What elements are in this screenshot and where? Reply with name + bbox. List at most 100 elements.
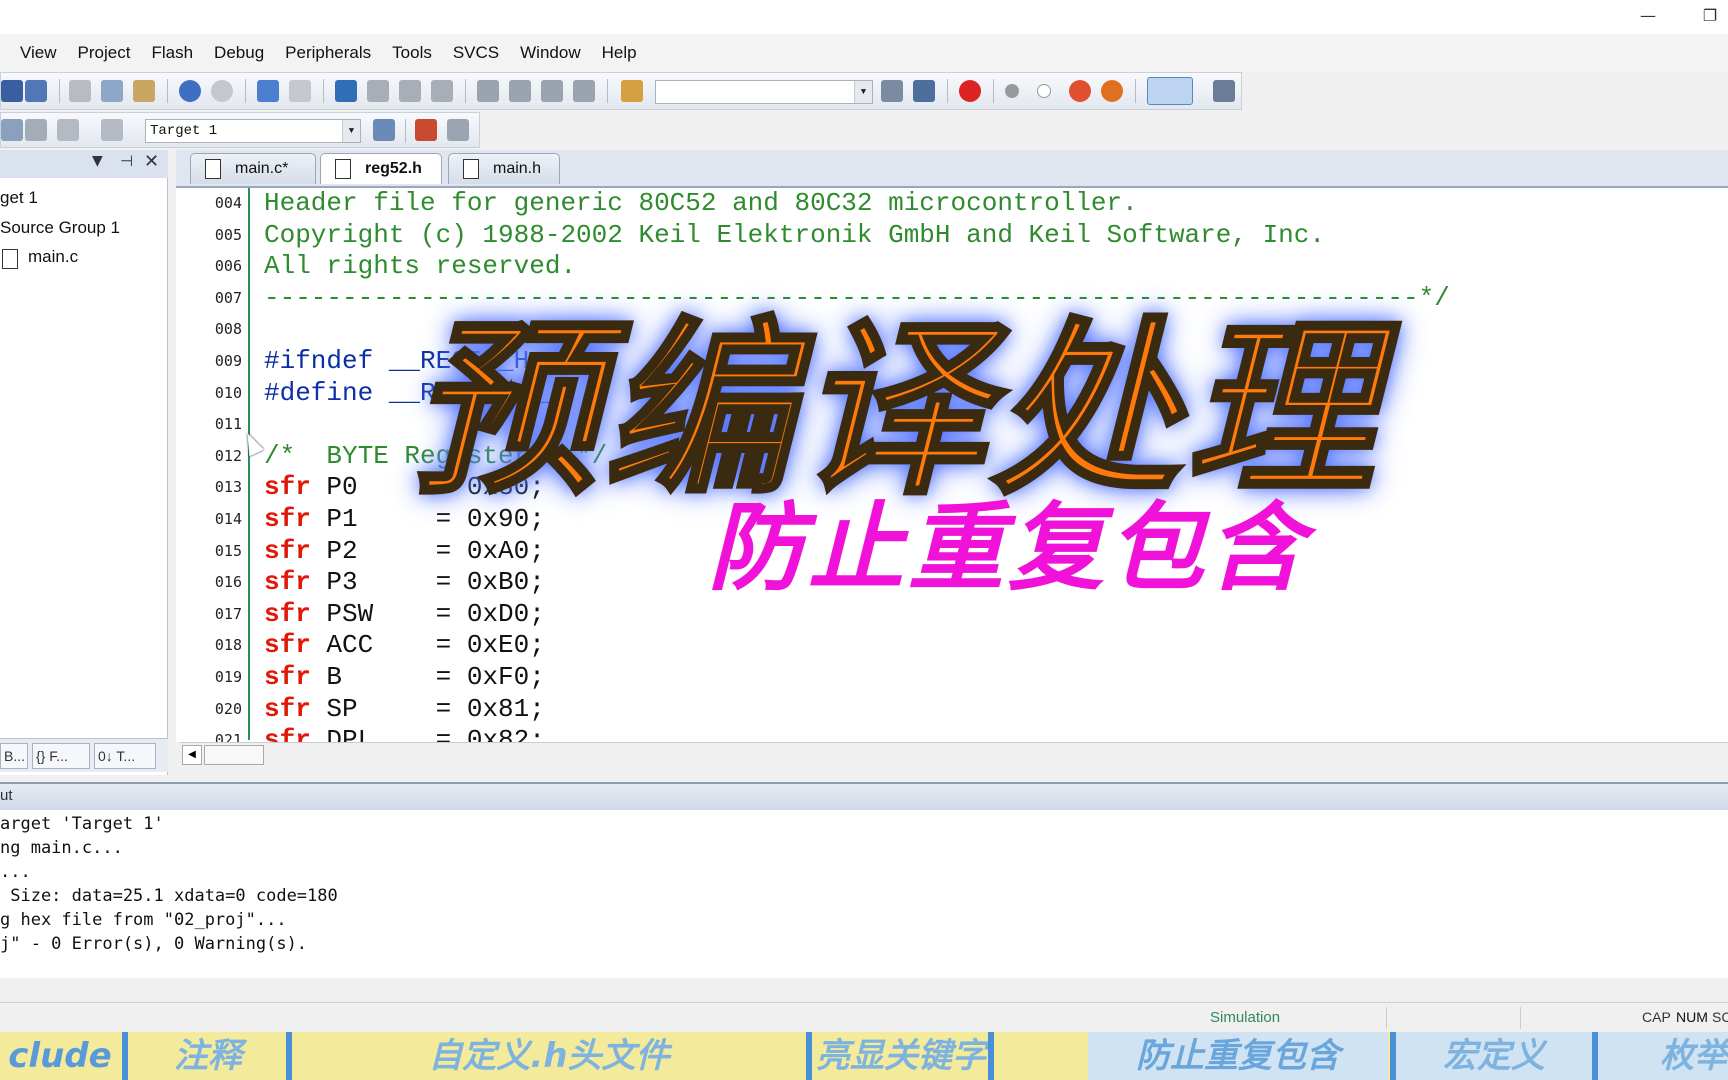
download-load-icon[interactable]: [101, 119, 123, 141]
panel-dropdown-icon[interactable]: ▼: [92, 153, 103, 169]
manage-project-items-icon[interactable]: [415, 119, 437, 141]
find-in-files-icon[interactable]: [621, 80, 643, 102]
paste-icon[interactable]: [133, 80, 155, 102]
chapter-item[interactable]: 宏定义: [1396, 1032, 1592, 1080]
navigate-back-icon[interactable]: [257, 80, 279, 102]
menu-view[interactable]: View: [20, 43, 57, 63]
tab-main-h[interactable]: main.h: [448, 153, 560, 184]
menu-debug[interactable]: Debug: [214, 43, 264, 63]
scroll-left-icon[interactable]: ◀: [182, 745, 202, 765]
menu-tools[interactable]: Tools: [392, 43, 432, 63]
menu-flash[interactable]: Flash: [151, 43, 193, 63]
tab-main-c[interactable]: main.c*: [190, 153, 316, 184]
tree-item-source-group[interactable]: Source Group 1: [0, 218, 120, 238]
tab-books[interactable]: B...: [0, 743, 28, 769]
main-toolbar: ▼: [0, 72, 1242, 110]
status-scroll: SC: [1712, 1009, 1728, 1025]
pin-icon[interactable]: ⊣: [120, 152, 133, 170]
line-number: 014: [214, 510, 242, 528]
minimize-button[interactable]: —: [1632, 4, 1664, 28]
chapter-item[interactable]: clude: [0, 1032, 120, 1080]
tab-templates[interactable]: 0↓ T...: [94, 743, 156, 769]
tab-label: reg52.h: [365, 160, 422, 177]
chapter-item[interactable]: 亮显关键字: [814, 1032, 988, 1080]
line-number: 004: [214, 194, 242, 212]
comment-token: Header file for generic 80C52 and 80C32 …: [264, 188, 1138, 218]
configure-wrench-icon[interactable]: [1213, 80, 1235, 102]
chapter-item-current[interactable]: 防止重复包含: [1088, 1032, 1388, 1080]
code-line: Header file for generic 80C52 and 80C32 …: [264, 188, 1138, 218]
tab-functions[interactable]: {} F...: [32, 743, 90, 769]
menu-project[interactable]: Project: [78, 43, 131, 63]
chevron-down-icon[interactable]: ▼: [854, 81, 872, 103]
breakpoint-kill-all-icon[interactable]: [1101, 80, 1123, 102]
chapter-bar: clude 注释 自定义.h头文件 亮显关键字 防止重复包含 宏定义 枚举: [0, 1032, 1728, 1080]
tab-reg52-h[interactable]: reg52.h: [320, 153, 442, 184]
keyword-token: sfr: [264, 693, 311, 724]
menu-svcs[interactable]: SVCS: [453, 43, 499, 63]
code-token: P3 = 0xB0;: [310, 567, 545, 598]
breakpoint-disable-all-icon[interactable]: [1069, 80, 1091, 102]
cut-icon[interactable]: [69, 80, 91, 102]
chevron-down-icon[interactable]: ▼: [342, 120, 360, 142]
bookmark-icon[interactable]: [335, 80, 357, 102]
menu-window[interactable]: Window: [520, 43, 580, 63]
redo-icon[interactable]: [211, 80, 233, 102]
toolbar-separator: [947, 79, 948, 103]
incremental-find-icon[interactable]: [913, 80, 935, 102]
menu-peripherals[interactable]: Peripherals: [285, 43, 371, 63]
chapter-item[interactable]: 枚举: [1598, 1032, 1728, 1080]
chapter-item[interactable]: [996, 1032, 1088, 1080]
undo-icon[interactable]: [179, 80, 201, 102]
bookmark-next-icon[interactable]: [399, 80, 421, 102]
chapter-divider: [806, 1032, 812, 1080]
close-icon[interactable]: ✕: [144, 151, 159, 172]
toolbar-separator: [1135, 79, 1136, 103]
find-icon[interactable]: [881, 80, 903, 102]
build-icon[interactable]: [25, 119, 47, 141]
line-number: 012: [214, 446, 242, 465]
save-all-icon[interactable]: [25, 80, 47, 102]
save-icon[interactable]: [1, 80, 23, 102]
window-layout-icon[interactable]: [1147, 77, 1193, 105]
chapter-divider: [122, 1032, 128, 1080]
line-number: 006: [214, 257, 242, 276]
line-number: 011: [214, 415, 242, 434]
overlay-subtitle: 防止重复包含: [708, 492, 1308, 604]
target-select-value: Target 1: [150, 123, 218, 139]
scroll-thumb[interactable]: [204, 745, 264, 765]
target-options-icon[interactable]: [373, 119, 395, 141]
comment-icon[interactable]: [541, 80, 563, 102]
code-line: sfr P2 = 0xA0;: [264, 536, 545, 566]
status-mode: Simulation: [1210, 1009, 1281, 1026]
debug-session-icon[interactable]: [959, 80, 981, 102]
build-output: arget 'Target 1' ng main.c... ... Size: …: [0, 810, 1728, 978]
target-select[interactable]: Target 1 ▼: [145, 119, 361, 143]
rebuild-icon[interactable]: [57, 119, 79, 141]
restore-button[interactable]: ❐: [1694, 4, 1726, 28]
translate-icon[interactable]: [1, 119, 23, 141]
chapter-item[interactable]: 注释: [130, 1032, 286, 1080]
breakpoint-icon[interactable]: [1005, 84, 1019, 98]
tree-item-target[interactable]: get 1: [0, 188, 38, 208]
line-number: 015: [214, 541, 242, 560]
code-token: ACC = 0xE0;: [310, 630, 545, 661]
toolbar-separator: [167, 79, 168, 103]
uncomment-icon[interactable]: [573, 80, 595, 102]
copy-icon[interactable]: [101, 80, 123, 102]
manage-packs-icon[interactable]: [447, 119, 469, 141]
breakpoint-disable-icon[interactable]: [1037, 84, 1051, 98]
tab-label: main.h: [493, 160, 542, 177]
navigate-forward-icon[interactable]: [289, 80, 311, 102]
tree-item-main-c[interactable]: main.c: [28, 247, 78, 267]
bookmark-prev-icon[interactable]: [367, 80, 389, 102]
indent-icon[interactable]: [477, 80, 499, 102]
unindent-icon[interactable]: [509, 80, 531, 102]
output-line: ...: [0, 862, 31, 882]
bookmark-clear-icon[interactable]: [431, 80, 453, 102]
chapter-item[interactable]: 自定义.h头文件: [294, 1032, 804, 1080]
find-combo[interactable]: ▼: [655, 80, 873, 104]
output-line: g hex file from "02_proj"...: [0, 910, 287, 930]
menu-help[interactable]: Help: [602, 43, 637, 63]
horizontal-scrollbar[interactable]: ◀: [180, 742, 1728, 766]
